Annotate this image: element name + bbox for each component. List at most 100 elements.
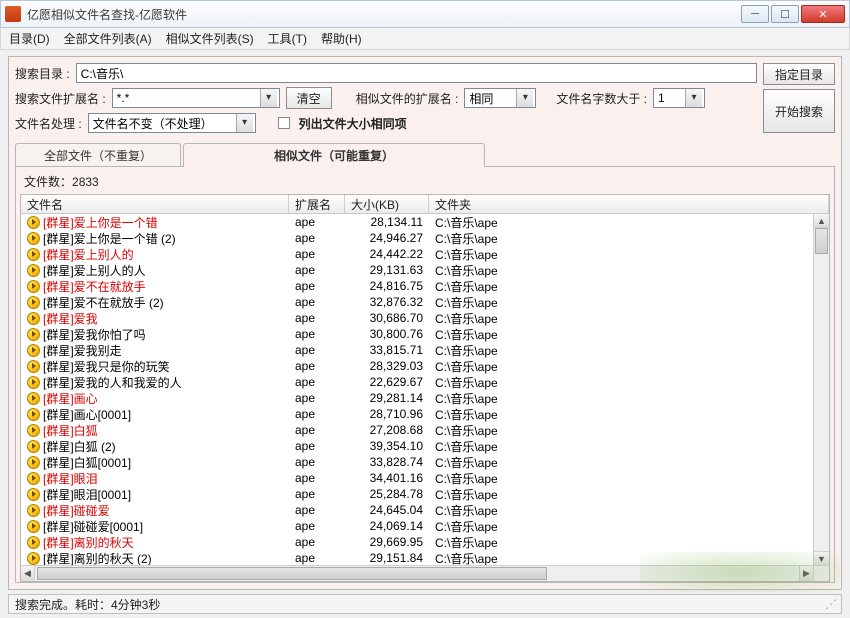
col-size[interactable]: 大小(KB)	[345, 195, 429, 213]
ext-combo[interactable]: *.*	[112, 88, 280, 108]
col-name[interactable]: 文件名	[21, 195, 289, 213]
file-name: [群星]画心	[43, 390, 98, 407]
menu-all[interactable]: 全部文件列表(A)	[64, 30, 152, 47]
file-size: 24,645.04	[345, 503, 429, 517]
file-icon	[27, 552, 40, 565]
table-row[interactable]: [群星]爱我别走ape33,815.71C:\音乐\ape	[21, 342, 813, 358]
file-icon	[27, 376, 40, 389]
process-combo[interactable]: 文件名不变（不处理）	[88, 113, 256, 133]
scroll-up-icon[interactable]: ▲	[814, 214, 829, 228]
window-title: 亿愿相似文件名查找-亿愿软件	[27, 6, 741, 23]
file-size: 34,401.16	[345, 471, 429, 485]
file-folder: C:\音乐\ape	[429, 502, 813, 519]
vertical-scrollbar[interactable]: ▲ ▼	[813, 214, 829, 565]
search-dir-input[interactable]: C:\音乐\	[76, 63, 757, 83]
file-icon	[27, 280, 40, 293]
sim-ext-combo[interactable]: 相同	[464, 88, 536, 108]
file-folder: C:\音乐\ape	[429, 422, 813, 439]
scroll-down-icon[interactable]: ▼	[814, 551, 829, 565]
table-row[interactable]: [群星]爱上你是一个错 (2)ape24,946.27C:\音乐\ape	[21, 230, 813, 246]
file-size: 29,131.63	[345, 263, 429, 277]
file-icon	[27, 424, 40, 437]
file-name: [群星]爱上别人的	[43, 246, 134, 263]
file-icon	[27, 456, 40, 469]
file-folder: C:\音乐\ape	[429, 342, 813, 359]
tab-all-files[interactable]: 全部文件（不重复）	[15, 143, 181, 167]
file-icon	[27, 536, 40, 549]
menu-help[interactable]: 帮助(H)	[321, 30, 362, 47]
file-name: [群星]白狐	[43, 422, 98, 439]
table-row[interactable]: [群星]碰碰爱ape24,645.04C:\音乐\ape	[21, 502, 813, 518]
start-search-button[interactable]: 开始搜索	[763, 89, 835, 133]
table-row[interactable]: [群星]爱不在就放手ape24,816.75C:\音乐\ape	[21, 278, 813, 294]
file-folder: C:\音乐\ape	[429, 518, 813, 535]
table-row[interactable]: [群星]眼泪ape34,401.16C:\音乐\ape	[21, 470, 813, 486]
file-icon	[27, 216, 40, 229]
select-dir-button[interactable]: 指定目录	[763, 63, 835, 85]
file-ext: ape	[289, 439, 345, 453]
file-icon	[27, 312, 40, 325]
file-ext: ape	[289, 279, 345, 293]
scroll-left-icon[interactable]: ◀	[21, 566, 35, 581]
file-folder: C:\音乐\ape	[429, 214, 813, 231]
menu-sim[interactable]: 相似文件列表(S)	[166, 30, 254, 47]
app-icon	[5, 6, 21, 22]
table-row[interactable]: [群星]离别的秋天ape29,669.95C:\音乐\ape	[21, 534, 813, 550]
min-chars-combo[interactable]: 1	[653, 88, 705, 108]
tab-similar-files[interactable]: 相似文件（可能重复）	[183, 143, 485, 167]
table-row[interactable]: [群星]白狐ape27,208.68C:\音乐\ape	[21, 422, 813, 438]
file-icon	[27, 264, 40, 277]
table-body: [群星]爱上你是一个错ape28,134.11C:\音乐\ape[群星]爱上你是…	[21, 214, 813, 565]
file-icon	[27, 248, 40, 261]
table-row[interactable]: [群星]白狐 (2)ape39,354.10C:\音乐\ape	[21, 438, 813, 454]
table-row[interactable]: [群星]碰碰爱[0001]ape24,069.14C:\音乐\ape	[21, 518, 813, 534]
file-size: 33,828.74	[345, 455, 429, 469]
col-folder[interactable]: 文件夹	[429, 195, 829, 213]
menu-tool[interactable]: 工具(T)	[268, 30, 307, 47]
table-row[interactable]: [群星]爱我的人和我爱的人ape22,629.67C:\音乐\ape	[21, 374, 813, 390]
file-name: [群星]白狐 (2)	[43, 438, 116, 455]
titlebar[interactable]: 亿愿相似文件名查找-亿愿软件 ─ ☐ ✕	[0, 0, 850, 28]
file-folder: C:\音乐\ape	[429, 406, 813, 423]
file-name: [群星]爱我只是你的玩笑	[43, 358, 170, 375]
file-ext: ape	[289, 423, 345, 437]
resize-grip-icon[interactable]: ⋰	[825, 597, 835, 611]
maximize-button[interactable]: ☐	[771, 5, 799, 23]
file-ext: ape	[289, 535, 345, 549]
menu-dir[interactable]: 目录(D)	[9, 30, 50, 47]
table-row[interactable]: [群星]画心ape29,281.14C:\音乐\ape	[21, 390, 813, 406]
minimize-button[interactable]: ─	[741, 5, 769, 23]
table-row[interactable]: [群星]爱上别人的人ape29,131.63C:\音乐\ape	[21, 262, 813, 278]
clear-button[interactable]: 清空	[286, 87, 332, 109]
scroll-right-icon[interactable]: ▶	[799, 566, 813, 581]
file-ext: ape	[289, 263, 345, 277]
file-folder: C:\音乐\ape	[429, 534, 813, 551]
file-name: [群星]爱上别人的人	[43, 262, 146, 279]
close-button[interactable]: ✕	[801, 5, 845, 23]
table-row[interactable]: [群星]爱上你是一个错ape28,134.11C:\音乐\ape	[21, 214, 813, 230]
main-panel: 搜索目录 : C:\音乐\ 搜索文件扩展名 : *.* 清空 相似文件的扩展名 …	[8, 56, 842, 590]
table-row[interactable]: [群星]离别的秋天 (2)ape29,151.84C:\音乐\ape	[21, 550, 813, 565]
statusbar: 搜索完成。耗时：4分钟3秒 ⋰	[8, 594, 842, 614]
file-size: 30,800.76	[345, 327, 429, 341]
file-ext: ape	[289, 231, 345, 245]
table-row[interactable]: [群星]爱不在就放手 (2)ape32,876.32C:\音乐\ape	[21, 294, 813, 310]
file-size: 32,876.32	[345, 295, 429, 309]
table-row[interactable]: [群星]白狐[0001]ape33,828.74C:\音乐\ape	[21, 454, 813, 470]
table-row[interactable]: [群星]爱上别人的ape24,442.22C:\音乐\ape	[21, 246, 813, 262]
file-folder: C:\音乐\ape	[429, 310, 813, 327]
table-row[interactable]: [群星]画心[0001]ape28,710.96C:\音乐\ape	[21, 406, 813, 422]
file-folder: C:\音乐\ape	[429, 326, 813, 343]
file-ext: ape	[289, 551, 345, 565]
table-row[interactable]: [群星]爱我只是你的玩笑ape28,329.03C:\音乐\ape	[21, 358, 813, 374]
horizontal-scrollbar[interactable]: ◀ ▶	[21, 565, 829, 581]
table-row[interactable]: [群星]眼泪[0001]ape25,284.78C:\音乐\ape	[21, 486, 813, 502]
same-size-checkbox[interactable]	[278, 117, 290, 129]
table-row[interactable]: [群星]爱我ape30,686.70C:\音乐\ape	[21, 310, 813, 326]
scroll-thumb-v[interactable]	[815, 228, 828, 254]
table-row[interactable]: [群星]爱我你怕了吗ape30,800.76C:\音乐\ape	[21, 326, 813, 342]
search-dir-label: 搜索目录 :	[15, 65, 70, 82]
col-ext[interactable]: 扩展名	[289, 195, 345, 213]
file-icon	[27, 520, 40, 533]
scroll-thumb-h[interactable]	[37, 567, 547, 580]
